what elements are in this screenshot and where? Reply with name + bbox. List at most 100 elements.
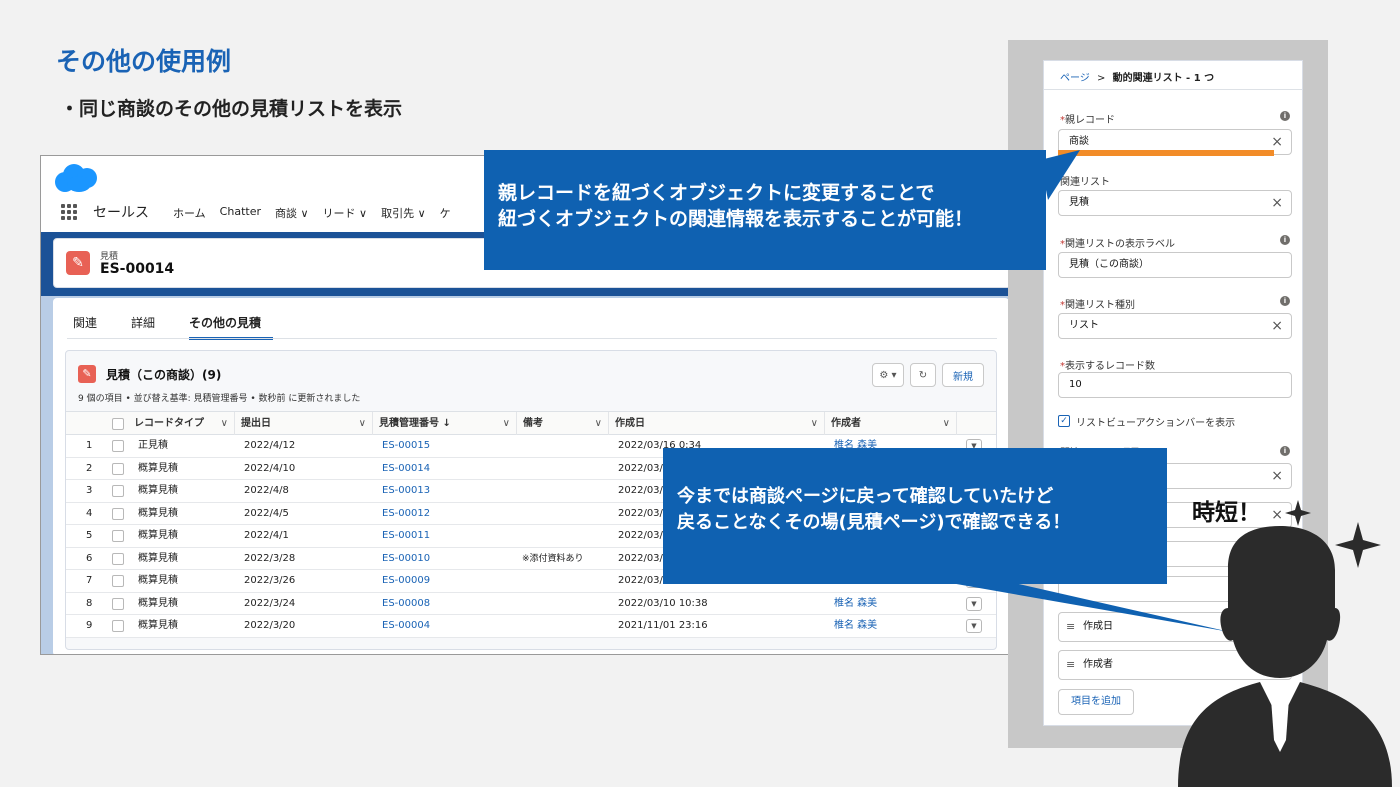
clear-icon[interactable]: × [1271, 464, 1283, 488]
table-row[interactable]: 8 概算見積 2022/3/24 ES-00008 2022/03/10 10:38 椎名… [66, 592, 996, 615]
chevron-down-icon[interactable]: ∨ [503, 412, 510, 436]
callout-bottom-line1: 今までは商談ページに戻って確認していたけど [677, 486, 1054, 507]
breadcrumb: ページ > 動的関連リスト - 1 つ [1060, 69, 1214, 84]
row-number: 4 [86, 507, 93, 519]
row-number: 5 [86, 530, 93, 541]
row-number: 9 [86, 620, 93, 631]
row-checkbox[interactable] [112, 507, 124, 520]
app-launcher-icon[interactable] [61, 204, 77, 220]
nav-item-leads[interactable]: リード ∨ [323, 205, 368, 221]
row-number: 2 [86, 462, 93, 474]
cell-owner-link[interactable]: 椎名 森美 [834, 615, 877, 637]
nav-item-opportunities[interactable]: 商談 ∨ [275, 205, 309, 221]
cell-quote-number-link[interactable]: ES-00011 [382, 525, 430, 547]
info-icon[interactable]: i [1280, 296, 1290, 306]
related-list-field[interactable]: 見積 × [1058, 190, 1292, 216]
cell-submit-date: 2022/3/26 [244, 575, 296, 586]
row-checkbox[interactable] [112, 485, 124, 497]
salesforce-logo[interactable] [53, 162, 99, 194]
row-checkbox[interactable] [112, 462, 124, 475]
cell-quote-number-link[interactable]: ES-00010 [382, 548, 430, 570]
tab-details[interactable]: 詳細 [131, 314, 175, 340]
chevron-down-icon[interactable]: ∨ [595, 412, 602, 436]
drag-handle-icon[interactable]: ≡ [1066, 613, 1075, 641]
cell-quote-number-link[interactable]: ES-00009 [382, 570, 430, 592]
cell-submit-date: 2022/4/1 [244, 530, 289, 541]
row-number: 7 [86, 575, 93, 586]
app-name: セールス [93, 205, 149, 221]
nav-item-chatter[interactable]: Chatter [220, 205, 261, 221]
tab-related[interactable]: 関連 [73, 314, 117, 340]
callout-top-line2: 紐づくオブジェクトの関連情報を表示することが可能！ [498, 208, 974, 230]
cell-submit-date: 2022/4/10 [244, 462, 296, 474]
cell-record-type: 概算見積 [138, 485, 178, 496]
cell-quote-number-link[interactable]: ES-00015 [382, 435, 430, 457]
row-menu-button[interactable]: ▼ [966, 619, 982, 633]
select-all-checkbox[interactable] [112, 418, 124, 430]
related-list-title[interactable]: 見積（この商談）(9) [106, 366, 221, 383]
list-settings-button[interactable]: ⚙ ▾ [872, 363, 904, 387]
record-count-field[interactable]: 10 [1058, 372, 1292, 398]
time-saving-label: 時短！ [1192, 500, 1261, 526]
cell-owner-link[interactable]: 椎名 森美 [834, 593, 877, 615]
breadcrumb-page-link[interactable]: ページ [1060, 73, 1090, 84]
info-icon[interactable]: i [1280, 111, 1290, 121]
tabs-divider [67, 338, 997, 339]
nav-item-accounts[interactable]: 取引先 ∨ [381, 205, 426, 221]
slide-subtitle: ・同じ商談のその他の見積リストを表示 [60, 98, 403, 120]
record-count-label: *表示するレコード数 [1060, 361, 1155, 372]
nav-item-truncated[interactable]: ケ [440, 205, 451, 221]
row-checkbox[interactable] [112, 552, 124, 565]
cell-record-type: 概算見積 [138, 575, 178, 586]
cell-quote-number-link[interactable]: ES-00014 [382, 458, 430, 480]
row-checkbox[interactable] [112, 530, 124, 542]
column-header-quote-number[interactable]: 見積管理番号 ↓ ∨ [372, 412, 516, 436]
sparkle-icon [1285, 500, 1311, 526]
row-checkbox[interactable] [112, 597, 124, 610]
cell-quote-number-link[interactable]: ES-00008 [382, 593, 430, 615]
table-row[interactable]: 9 概算見積 2022/3/20 ES-00004 2021/11/01 23:16 椎名… [66, 615, 996, 638]
nav-item-home[interactable]: ホーム [173, 205, 206, 221]
cell-record-type: 概算見積 [138, 462, 178, 474]
chevron-down-icon[interactable]: ∨ [359, 412, 366, 436]
clear-icon[interactable]: × [1271, 314, 1283, 338]
drag-handle-icon[interactable]: ≡ [1066, 651, 1075, 679]
column-header-record-type[interactable]: レコードタイプ ∨ [128, 412, 234, 436]
column-header-created-by[interactable]: 作成者 ∨ [824, 412, 956, 436]
row-checkbox[interactable] [112, 440, 124, 452]
column-header-submit-date[interactable]: 提出日 ∨ [234, 412, 372, 436]
cell-quote-number-link[interactable]: ES-00013 [382, 480, 430, 502]
cell-quote-number-link[interactable]: ES-00012 [382, 503, 430, 525]
row-number: 8 [86, 597, 93, 609]
callout-top-line1: 親レコードを紐づくオブジェクトに変更することで [498, 182, 935, 204]
panel-divider [1044, 89, 1302, 90]
highlight-bar [1058, 150, 1274, 156]
row-number: 3 [86, 485, 93, 496]
cell-quote-number-link[interactable]: ES-00004 [382, 615, 430, 637]
refresh-button[interactable]: ↻ [910, 363, 936, 387]
row-checkbox[interactable] [112, 620, 124, 632]
new-button[interactable]: 新規 [942, 363, 984, 387]
info-icon[interactable]: i [1280, 446, 1290, 456]
list-type-field[interactable]: リスト × [1058, 313, 1292, 339]
cell-record-type: 概算見積 [138, 552, 178, 564]
row-menu-button[interactable]: ▼ [966, 596, 982, 611]
action-bar-checkbox[interactable]: ✓ [1058, 415, 1070, 427]
display-label-field[interactable]: 見積（この商談） [1058, 252, 1292, 278]
callout-top: 親レコードを紐づくオブジェクトに変更することで 紐づくオブジェクトの関連情報を表… [484, 150, 1046, 270]
cell-record-type: 概算見積 [138, 530, 178, 541]
chevron-down-icon[interactable]: ∨ [221, 412, 228, 436]
add-field-button[interactable]: 項目を追加 [1058, 689, 1134, 715]
chevron-down-icon[interactable]: ∨ [811, 412, 818, 436]
clear-icon[interactable]: × [1271, 191, 1283, 215]
chevron-down-icon[interactable]: ∨ [943, 412, 950, 436]
column-header-notes[interactable]: 備考 ∨ [516, 412, 608, 436]
column-header-created-date[interactable]: 作成日 ∨ [608, 412, 824, 436]
display-label-label: *関連リストの表示ラベル [1060, 239, 1175, 250]
row-checkbox[interactable] [112, 575, 124, 587]
tab-other-quotes[interactable]: その他の見積 [189, 314, 274, 340]
callout-bottom-line2: 戻ることなくその場(見積ページ)で確認できる！ [677, 512, 1071, 533]
cell-record-type: 概算見積 [138, 507, 178, 519]
info-icon[interactable]: i [1280, 235, 1290, 245]
record-tabs: 関連 詳細 その他の見積 [73, 314, 287, 340]
